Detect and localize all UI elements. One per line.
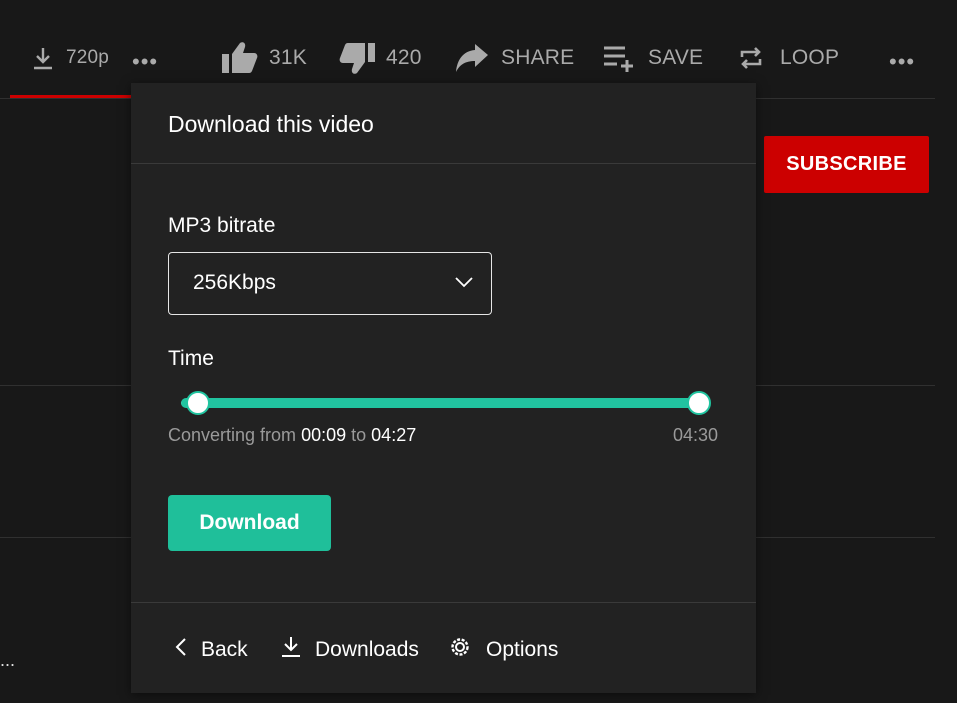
- dislike-button[interactable]: 420: [338, 40, 422, 76]
- bitrate-select[interactable]: 256Kbps: [168, 252, 492, 315]
- download-quality-button[interactable]: 720p: [32, 40, 109, 76]
- chevron-left-icon: [175, 637, 201, 663]
- download-quality-label: 720p: [66, 47, 110, 68]
- loop-label: LOOP: [780, 46, 840, 69]
- thumbs-up-icon: [221, 41, 259, 75]
- popup-footer-divider: [131, 602, 756, 603]
- thumbs-down-icon: [338, 41, 376, 75]
- playlist-add-icon: [603, 44, 637, 72]
- popup-title: Download this video: [168, 111, 374, 137]
- time-range-track[interactable]: [181, 398, 700, 408]
- loop-button[interactable]: LOOP: [738, 40, 839, 76]
- overflow-menu-button[interactable]: •••: [889, 44, 915, 80]
- converting-prefix: Converting from: [168, 425, 297, 445]
- loop-icon: [738, 45, 764, 71]
- like-button[interactable]: 31K: [221, 40, 307, 76]
- truncated-text: ...: [0, 650, 16, 670]
- dislike-count: 420: [386, 46, 422, 69]
- download-icon: [281, 636, 315, 664]
- download-button[interactable]: Download: [168, 495, 331, 551]
- popup-divider: [131, 163, 756, 164]
- share-icon: [455, 43, 489, 73]
- back-label: Back: [201, 638, 248, 661]
- video-duration: 04:30: [672, 425, 718, 445]
- time-label: Time: [168, 347, 214, 370]
- like-count: 31K: [269, 46, 307, 69]
- bitrate-value: 256Kbps: [193, 271, 276, 294]
- download-popup: Download this video MP3 bitrate 256Kbps …: [131, 83, 756, 693]
- converting-range-text: Converting from 00:09 to 04:27: [168, 425, 416, 446]
- back-button[interactable]: Back: [175, 635, 248, 665]
- end-time: 04:27: [371, 425, 417, 445]
- range-end-handle[interactable]: [687, 391, 711, 415]
- chevron-down-icon: [455, 275, 473, 293]
- share-button[interactable]: SHARE: [455, 40, 574, 76]
- save-button[interactable]: SAVE: [603, 40, 703, 76]
- options-label: Options: [486, 638, 559, 661]
- subscribe-button[interactable]: SUBSCRIBE: [764, 136, 929, 193]
- save-label: SAVE: [648, 46, 704, 69]
- download-icon: [32, 46, 54, 70]
- downloads-label: Downloads: [315, 638, 419, 661]
- options-button[interactable]: Options: [448, 635, 558, 665]
- more-options-button[interactable]: •••: [132, 44, 158, 80]
- range-start-handle[interactable]: [186, 391, 210, 415]
- to-word: to: [351, 425, 367, 445]
- downloads-button[interactable]: Downloads: [281, 635, 419, 665]
- gear-icon: [448, 635, 486, 665]
- share-label: SHARE: [501, 46, 575, 69]
- bitrate-label: MP3 bitrate: [168, 214, 276, 237]
- start-time: 00:09: [301, 425, 347, 445]
